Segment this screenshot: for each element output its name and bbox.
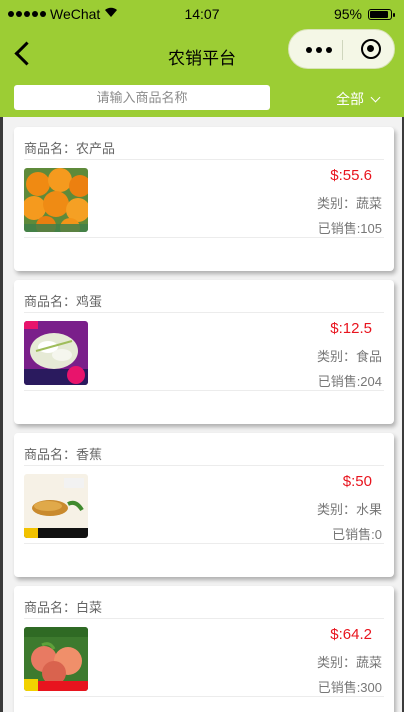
- product-sold: 已销售:204: [317, 374, 382, 389]
- product-category: 类别：食品: [316, 349, 382, 364]
- more-icon[interactable]: [306, 47, 332, 53]
- product-sold: 已销售:105: [317, 221, 382, 236]
- product-list: 商品名：农产品 $:55.6 类别：蔬菜 已销售:105 商品名：鸡蛋 $:12…: [0, 117, 404, 712]
- divider: [24, 312, 384, 313]
- close-mini-program-icon[interactable]: [361, 39, 381, 59]
- chevron-down-icon: [370, 92, 381, 102]
- header: WeChat 14:07 95% 农销平台 全部: [0, 0, 404, 117]
- battery-percent: 95%: [333, 6, 362, 22]
- product-category: 类别：水果: [316, 502, 382, 517]
- divider: [24, 618, 384, 619]
- status-right: 95%: [333, 6, 395, 22]
- capsule-divider: [342, 40, 343, 60]
- divider: [24, 465, 384, 466]
- product-price: $:12.5: [330, 320, 372, 337]
- product-price: $:50: [342, 473, 372, 490]
- product-sold: 已销售:300: [317, 680, 382, 695]
- product-name: 商品名：香蕉: [24, 447, 103, 462]
- battery-icon: [368, 8, 395, 20]
- app: WeChat 14:07 95% 农销平台 全部: [0, 0, 404, 712]
- product-name: 商品名：农产品: [24, 141, 116, 156]
- product-image-eggs: [24, 321, 88, 385]
- product-card[interactable]: 商品名：白菜 $:64.2 类别：蔬菜 已销售:300: [14, 586, 394, 712]
- nav-bar: 农销平台: [0, 28, 404, 80]
- product-card[interactable]: 商品名：鸡蛋 $:12.5 类别：食品 已销售:204: [14, 280, 394, 424]
- product-price: $:55.6: [330, 167, 372, 184]
- divider: [24, 696, 384, 697]
- category-filter[interactable]: 全部: [336, 89, 381, 109]
- status-bar: WeChat 14:07 95%: [0, 0, 404, 28]
- battery-level: [370, 10, 388, 18]
- product-image-banana: [24, 474, 88, 538]
- product-category: 类别：蔬菜: [316, 655, 382, 670]
- product-image-oranges: [24, 168, 88, 232]
- product-card[interactable]: 商品名：香蕉 $:50 类别：水果 已销售:0: [14, 433, 394, 577]
- divider: [24, 543, 384, 544]
- filter-label: 全部: [336, 91, 364, 107]
- product-sold: 已销售:0: [332, 527, 382, 542]
- divider: [24, 159, 384, 160]
- product-card[interactable]: 商品名：农产品 $:55.6 类别：蔬菜 已销售:105: [14, 127, 394, 271]
- divider: [24, 237, 384, 238]
- product-name: 商品名：白菜: [24, 600, 103, 615]
- product-image-peaches: [24, 627, 88, 691]
- left-frame-edge: [0, 117, 3, 712]
- product-category: 类别：蔬菜: [316, 196, 382, 211]
- product-name: 商品名：鸡蛋: [24, 294, 103, 309]
- product-price: $:64.2: [330, 626, 372, 643]
- mini-program-capsule: [288, 29, 395, 69]
- divider: [24, 390, 384, 391]
- search-input[interactable]: [14, 85, 270, 110]
